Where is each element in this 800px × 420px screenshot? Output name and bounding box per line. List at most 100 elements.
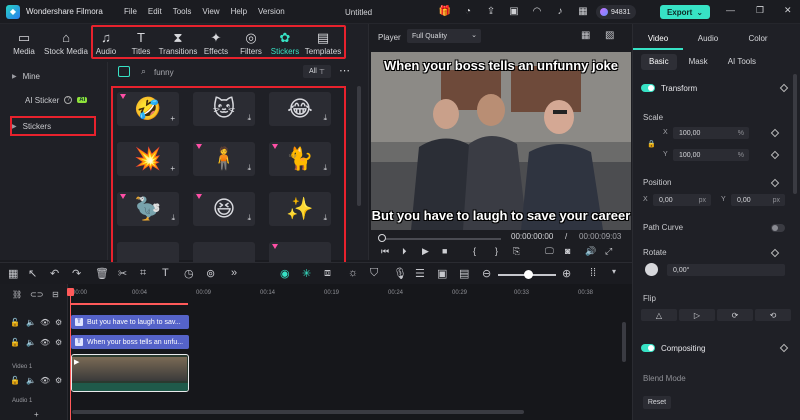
tab-audio-props[interactable]: Audio: [683, 24, 733, 50]
folder-icon[interactable]: [118, 66, 130, 77]
more-icon[interactable]: ⋯: [339, 64, 350, 77]
rotate-left-button[interactable]: ⟲: [755, 309, 791, 321]
menu-file[interactable]: File: [124, 7, 148, 16]
stop-icon[interactable]: ■: [442, 246, 447, 256]
split-icon[interactable]: ✂: [118, 267, 127, 280]
keyframe-diamond-icon[interactable]: [770, 178, 780, 188]
lock-icon[interactable]: 🔓: [10, 338, 20, 347]
upload-icon[interactable]: ⇪: [484, 4, 498, 18]
lock-icon[interactable]: 🔒: [647, 140, 656, 148]
eye-icon[interactable]: 👁: [40, 376, 50, 385]
volume-icon[interactable]: 🔈: [26, 318, 36, 327]
camera-icon[interactable]: ◙: [565, 246, 570, 256]
keyframe-diamond-icon[interactable]: [779, 343, 789, 353]
text-clip-1[interactable]: T But you have to laugh to sav...: [71, 315, 189, 329]
fullscreen-icon[interactable]: ⤢: [605, 246, 612, 257]
timer-icon[interactable]: ◷: [184, 267, 194, 280]
subtab-mask[interactable]: Mask: [681, 54, 716, 70]
properties-scrollbar[interactable]: [793, 74, 797, 194]
menu-version[interactable]: Version: [258, 7, 296, 16]
play-reverse-icon[interactable]: ⏵: [402, 246, 407, 257]
bell-icon[interactable]: ♪: [553, 4, 567, 18]
close-icon[interactable]: ✕: [784, 5, 792, 16]
filter-button[interactable]: All ⊤: [303, 65, 331, 78]
download-icon[interactable]: ⤓: [323, 113, 327, 123]
transform-section[interactable]: Transform: [641, 81, 791, 95]
sticker-item[interactable]: 🐱 ⤓: [193, 92, 255, 126]
volume-icon[interactable]: 🔈: [26, 338, 36, 347]
color-match-icon[interactable]: ⊚: [206, 267, 215, 280]
add-icon[interactable]: +: [170, 164, 175, 173]
download-icon[interactable]: ⤓: [247, 163, 251, 173]
layout-icon[interactable]: ▦: [8, 267, 18, 280]
mark-out-icon[interactable]: }: [495, 246, 498, 256]
subtab-ai-tools[interactable]: AI Tools: [720, 54, 764, 70]
sticker-item[interactable]: 🧍 ⤓: [193, 142, 255, 176]
grid-view-icon[interactable]: ▦: [581, 30, 590, 41]
flip-vertical-button[interactable]: △: [641, 309, 677, 321]
minimize-icon[interactable]: —: [726, 5, 735, 15]
zoom-in-icon[interactable]: ⊕: [562, 267, 571, 280]
sticker-item[interactable]: ✨ ⤓: [269, 192, 331, 226]
video-clip[interactable]: ▶: [71, 354, 189, 392]
download-icon[interactable]: ⤓: [247, 113, 251, 123]
select-tool-icon[interactable]: ↖: [28, 267, 37, 280]
undo-icon[interactable]: ↶: [50, 267, 59, 280]
sticker-item[interactable]: 💥 +: [117, 142, 179, 176]
keyframe-diamond-icon[interactable]: [779, 83, 789, 93]
track-settings-icon[interactable]: ⚙: [55, 318, 62, 327]
chevron-down-icon[interactable]: ▾: [612, 267, 616, 276]
menu-help[interactable]: Help: [231, 7, 258, 16]
menu-view[interactable]: View: [202, 7, 230, 16]
volume-icon[interactable]: 🔈: [26, 376, 36, 385]
rotate-dial[interactable]: [645, 263, 658, 276]
sticker-item[interactable]: 😂 ⤓: [269, 92, 331, 126]
save-icon[interactable]: ▣: [507, 4, 521, 18]
track-settings-icon[interactable]: ⚙: [55, 376, 62, 385]
compositing-section[interactable]: Compositing: [641, 341, 791, 355]
tab-video[interactable]: Video: [633, 24, 683, 50]
search-input[interactable]: [154, 66, 274, 78]
track-settings-icon[interactable]: ⚙: [55, 338, 62, 347]
download-icon[interactable]: ⤓: [323, 213, 327, 223]
sticker-item[interactable]: 🤣 +: [117, 92, 179, 126]
volume-icon[interactable]: 🔊: [585, 246, 596, 257]
help-icon[interactable]: ?: [64, 96, 73, 104]
maximize-icon[interactable]: ❐: [756, 5, 764, 16]
gift-icon[interactable]: 🎁: [438, 4, 452, 18]
film-icon[interactable]: ▤: [459, 267, 469, 280]
sidebar-item-mine[interactable]: ▶ Mine: [0, 66, 108, 86]
rotate-right-button[interactable]: ⟳: [717, 309, 753, 321]
preview-scrubber[interactable]: [379, 238, 501, 240]
credits-badge[interactable]: 94831: [596, 5, 637, 19]
sticker-item[interactable]: 🐈 ⤓: [269, 142, 331, 176]
timeline-ruler[interactable]: 00:00 00:04 00:09 00:14 00:19 00:24 00:2…: [68, 286, 628, 300]
video-preview[interactable]: When your boss tells an unfunny joke But…: [371, 52, 631, 230]
menu-tools[interactable]: Tools: [173, 7, 203, 16]
display-icon[interactable]: 🖵: [545, 246, 554, 257]
snap-icon[interactable]: ✳: [302, 267, 311, 280]
more-tools-icon[interactable]: »: [231, 267, 237, 279]
tab-color[interactable]: Color: [733, 24, 783, 50]
scrubber-handle[interactable]: [378, 234, 386, 242]
grid-icon[interactable]: ⁞⁞: [590, 267, 596, 279]
eye-icon[interactable]: 👁: [40, 318, 50, 327]
flip-horizontal-button[interactable]: ▷: [679, 309, 715, 321]
shield-icon[interactable]: ⛉: [370, 267, 378, 280]
link-icon[interactable]: ⊂⊃: [30, 290, 43, 299]
keyframe-diamond-icon[interactable]: [770, 150, 780, 160]
zoom-out-icon[interactable]: ⊖: [482, 267, 491, 280]
audio-track-icon[interactable]: ⊟: [52, 290, 59, 299]
auto-ripple-icon[interactable]: ◉: [280, 267, 290, 280]
picture-in-picture-icon[interactable]: ▣: [437, 267, 447, 280]
mark-in-icon[interactable]: {: [473, 246, 476, 256]
position-y-field[interactable]: 0,00 px: [731, 194, 785, 206]
user-icon[interactable]: ◔: [461, 4, 475, 18]
reset-button[interactable]: Reset: [643, 396, 671, 409]
add-icon[interactable]: +: [170, 114, 175, 123]
redo-icon[interactable]: ↷: [72, 267, 81, 280]
crop-icon[interactable]: ⌗: [140, 267, 146, 280]
position-x-field[interactable]: 0,00 px: [653, 194, 711, 206]
add-track-icon[interactable]: ⛓: [12, 290, 22, 299]
eye-icon[interactable]: 👁: [40, 338, 50, 347]
